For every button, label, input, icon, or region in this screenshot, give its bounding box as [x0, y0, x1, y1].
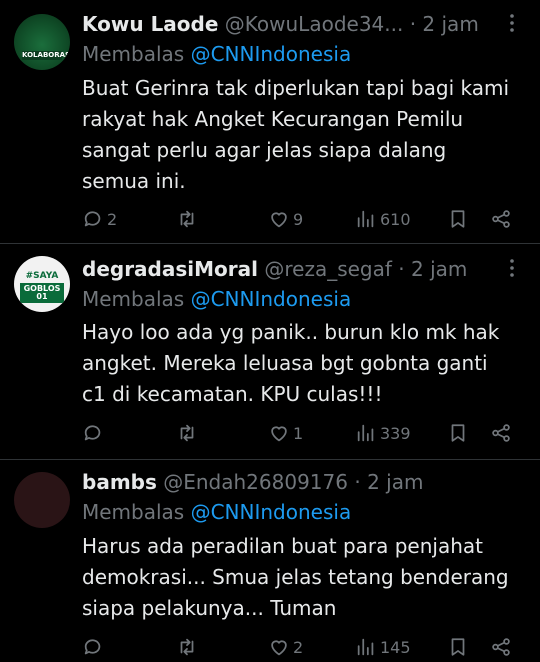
like-button[interactable]: 9: [268, 207, 303, 231]
author-handle[interactable]: @KowuLaode34...: [225, 12, 404, 36]
view-count: 339: [380, 423, 411, 443]
avatar[interactable]: #SAYA GOBLOS 01: [14, 256, 70, 312]
retweet-button[interactable]: [176, 421, 201, 445]
tweet-text: Hayo loo ada yg panik.. burun klo mk hak…: [82, 317, 522, 410]
bookmark-button[interactable]: [447, 207, 469, 231]
retweet-icon: [180, 210, 194, 228]
view-count: 145: [380, 637, 411, 657]
tweet-text-line: Buat Gerinra tak diperlukan tapi bagi ka…: [82, 76, 510, 100]
retweet-icon: [180, 638, 194, 656]
tweet-text-line: siapa pelakunya... Tuman: [82, 596, 337, 620]
view-count: 610: [380, 209, 411, 229]
separator-dot: ·: [409, 12, 417, 36]
tweet-header: degradasiMoral @reza_segaf · 2 jam: [82, 256, 480, 282]
like-count: 2: [293, 637, 304, 657]
more-icon: [510, 14, 514, 32]
author-handle[interactable]: @reza_segaf: [264, 257, 392, 281]
tweet-text-line: c1 di kecamatan. KPU culas!!!: [82, 382, 383, 406]
reply-context: Membalas @CNNIndonesia: [82, 41, 351, 67]
timestamp[interactable]: 2 jam: [411, 257, 467, 281]
more-options-button[interactable]: [500, 256, 524, 282]
reply-mention-link[interactable]: @CNNIndonesia: [191, 42, 352, 66]
avatar[interactable]: [14, 472, 70, 528]
bookmark-button[interactable]: [447, 421, 469, 445]
heart-icon: [271, 426, 287, 442]
bookmark-icon: [451, 210, 465, 228]
reply-prefix: Membalas: [82, 42, 185, 66]
share-icon: [492, 210, 510, 228]
views-icon: [357, 424, 374, 442]
reply-count: 2: [107, 209, 118, 229]
avatar-caption: GOBLOS 01: [20, 283, 64, 303]
share-button[interactable]: [490, 207, 512, 231]
tweet-text-line: Harus ada peradilan buat para penjahat: [82, 534, 483, 558]
views-button[interactable]: 339: [355, 421, 411, 445]
separator-dot: ·: [398, 257, 405, 281]
views-button[interactable]: 610: [355, 207, 411, 231]
tweet-text: Buat Gerinra tak diperlukan tapi bagi ka…: [82, 73, 522, 197]
author-name[interactable]: bambs: [82, 470, 157, 494]
tweet-text-line: rakyat hak Angket Kecurangan Pemilu: [82, 107, 464, 131]
like-button[interactable]: 1: [268, 421, 303, 445]
reply-button[interactable]: 2: [82, 207, 117, 231]
share-button[interactable]: [490, 635, 512, 659]
avatar-caption: KOLABORASI: [22, 51, 70, 60]
reply-mention-link[interactable]: @CNNIndonesia: [191, 287, 352, 311]
tweet-text-line: Hayo loo ada yg panik.. burun klo mk hak: [82, 320, 500, 344]
author-name[interactable]: Kowu Laode: [82, 12, 218, 36]
tweet-text-line: semua ini.: [82, 169, 186, 193]
like-count: 1: [293, 423, 304, 443]
timestamp[interactable]: 2 jam: [367, 470, 423, 494]
share-icon: [492, 424, 510, 442]
reply-prefix: Membalas: [82, 287, 185, 311]
like-count: 9: [293, 209, 304, 229]
tweet-3[interactable]: bambs @Endah26809176 · 2 jam Membalas @C…: [0, 460, 540, 662]
views-icon: [357, 638, 374, 656]
bookmark-button[interactable]: [447, 635, 469, 659]
heart-icon: [271, 212, 287, 228]
views-button[interactable]: 145: [355, 635, 411, 659]
tweet-text-line: angket. Mereka leluasa bgt gobnta ganti: [82, 351, 488, 375]
reply-icon: [84, 425, 101, 441]
author-handle[interactable]: @Endah26809176: [163, 470, 348, 494]
views-icon: [357, 210, 374, 228]
avatar-caption: #SAYA: [25, 271, 59, 281]
tweet-2[interactable]: #SAYA GOBLOS 01 degradasiMoral @reza_seg…: [0, 244, 540, 459]
tweet-text: Harus ada peradilan buat para penjahat d…: [82, 531, 522, 624]
reply-button[interactable]: [82, 421, 107, 445]
tweet-1[interactable]: KOLABORASI Kowu Laode @KowuLaode34... · …: [0, 0, 540, 243]
more-options-button[interactable]: [500, 11, 524, 37]
reply-icon: [84, 211, 101, 227]
reply-context: Membalas @CNNIndonesia: [82, 286, 351, 312]
timestamp[interactable]: 2 jam: [422, 12, 478, 36]
share-button[interactable]: [490, 421, 512, 445]
reply-icon: [84, 639, 101, 655]
like-button[interactable]: 2: [268, 635, 303, 659]
reply-mention-link[interactable]: @CNNIndonesia: [191, 500, 352, 524]
retweet-button[interactable]: [176, 207, 201, 231]
tweet-text-line: sangat perlu agar jelas siapa dalang: [82, 138, 447, 162]
separator-dot: ·: [354, 470, 361, 494]
bookmark-icon: [451, 638, 465, 656]
reply-prefix: Membalas: [82, 500, 185, 524]
retweet-button[interactable]: [176, 635, 201, 659]
author-name[interactable]: degradasiMoral: [82, 257, 258, 281]
bookmark-icon: [451, 424, 465, 442]
reply-button[interactable]: [82, 635, 107, 659]
tweet-header: bambs @Endah26809176 · 2 jam: [82, 469, 480, 495]
tweet-text-line: demokrasi... Smua jelas tetang benderang: [82, 565, 509, 589]
heart-icon: [271, 640, 287, 656]
retweet-icon: [180, 424, 194, 442]
more-icon: [510, 259, 514, 277]
tweet-header: Kowu Laode @KowuLaode34... · 2 jam: [82, 11, 480, 37]
share-icon: [492, 638, 510, 656]
avatar[interactable]: KOLABORASI: [14, 14, 70, 70]
reply-context: Membalas @CNNIndonesia: [82, 499, 351, 525]
